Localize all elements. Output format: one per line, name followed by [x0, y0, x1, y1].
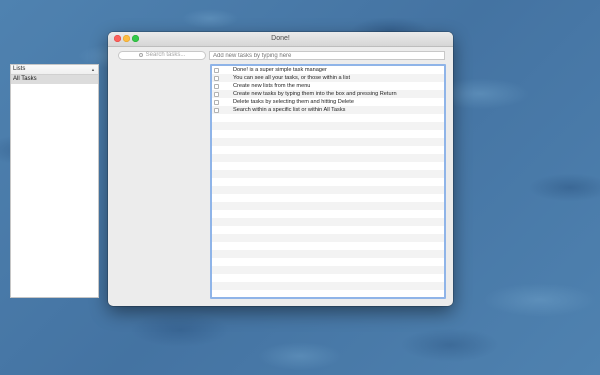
- empty-row: [212, 170, 444, 178]
- empty-row: [212, 274, 444, 282]
- empty-row: [212, 186, 444, 194]
- task-row[interactable]: Delete tasks by selecting them and hitti…: [212, 98, 444, 106]
- search-placeholder: Search tasks...: [145, 52, 186, 58]
- task-row[interactable]: Done! is a super simple task manager: [212, 66, 444, 74]
- task-checkbox[interactable]: [214, 99, 219, 105]
- empty-row: [212, 234, 444, 242]
- task-row[interactable]: Search within a specific list or within …: [212, 106, 444, 114]
- sort-arrow-icon: ▲: [91, 67, 95, 72]
- empty-row: [212, 266, 444, 274]
- lists-column-header[interactable]: Lists ▲: [11, 65, 98, 75]
- task-text: Create new lists from the menu: [233, 83, 311, 89]
- task-checkbox[interactable]: [214, 91, 219, 97]
- empty-row: [212, 218, 444, 226]
- empty-row: [212, 258, 444, 266]
- lists-sidebar: Lists ▲ All Tasks: [10, 64, 99, 298]
- lists-header-label: Lists: [13, 66, 26, 72]
- task-checkbox[interactable]: [214, 107, 219, 113]
- empty-row: [212, 242, 444, 250]
- empty-row: [212, 178, 444, 186]
- empty-row: [212, 162, 444, 170]
- empty-row: [212, 290, 444, 297]
- task-list[interactable]: Done! is a super simple task manager You …: [210, 64, 446, 299]
- search-icon: [138, 53, 143, 57]
- title-bar[interactable]: Done!: [108, 32, 453, 47]
- empty-row: [212, 138, 444, 146]
- empty-row: [212, 146, 444, 154]
- task-text: Search within a specific list or within …: [233, 107, 346, 113]
- sidebar-item-all-tasks[interactable]: All Tasks: [11, 75, 98, 84]
- task-checkbox[interactable]: [214, 67, 219, 73]
- task-checkbox[interactable]: [214, 83, 219, 89]
- empty-row: [212, 202, 444, 210]
- task-row[interactable]: You can see all your tasks, or those wit…: [212, 74, 444, 82]
- empty-row: [212, 130, 444, 138]
- empty-row: [212, 282, 444, 290]
- add-task-input[interactable]: [209, 51, 445, 60]
- task-text: Create new tasks by typing them into the…: [233, 91, 397, 97]
- empty-row: [212, 154, 444, 162]
- task-row[interactable]: Create new tasks by typing them into the…: [212, 90, 444, 98]
- empty-row: [212, 210, 444, 218]
- search-field[interactable]: Search tasks...: [118, 51, 206, 60]
- sidebar-item-label: All Tasks: [13, 76, 37, 82]
- empty-row: [212, 194, 444, 202]
- window-title: Done!: [271, 35, 290, 42]
- desktop-wallpaper: Done! Search tasks... Lists ▲ All Tasks …: [0, 0, 600, 375]
- task-text: You can see all your tasks, or those wit…: [233, 75, 351, 81]
- empty-row: [212, 226, 444, 234]
- task-text: Delete tasks by selecting them and hitti…: [233, 99, 354, 105]
- task-checkbox[interactable]: [214, 75, 219, 81]
- empty-row: [212, 122, 444, 130]
- empty-row: [212, 114, 444, 122]
- task-text: Done! is a super simple task manager: [233, 67, 327, 73]
- task-row[interactable]: Create new lists from the menu: [212, 82, 444, 90]
- empty-row: [212, 250, 444, 258]
